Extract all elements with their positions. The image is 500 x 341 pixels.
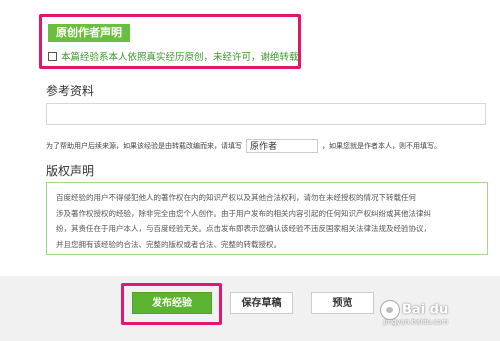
source-help-text-after: ，如果您就是作者本人，则不用填写。 <box>322 142 441 150</box>
copyright-line: 并且您拥有该经验的合法、完整的版权或者合法、完整的转载授权。 <box>56 239 281 249</box>
original-author-input[interactable]: 原作者 <box>246 139 318 153</box>
copyright-heading: 版权声明 <box>46 164 95 178</box>
baidu-watermark: Bai du jingyan.baidu.com <box>380 300 448 326</box>
original-author-declaration-button[interactable]: 原创作者声明 <box>48 24 130 42</box>
copyright-line: 百度经验的用户不得侵犯他人的著作权在内的知识产权以及其他合法权利，请勿在未经授权… <box>56 193 416 202</box>
source-help-text-before: 为了帮助用户后续来源，如果该经验是由转载改编而来，请填写 <box>46 142 242 150</box>
preview-button[interactable]: 预览 <box>311 292 374 314</box>
reference-input[interactable] <box>46 103 486 125</box>
original-checkbox-row[interactable]: 本篇经验系本人依照真实经历原创，未经许可，谢绝转载 <box>48 52 299 64</box>
watermark-brand: Bai du <box>402 302 449 318</box>
copyright-text-box: 百度经验的用户不得侵犯他人的著作权在内的知识产权以及其他合法权利，请勿在未经授权… <box>46 182 488 255</box>
reference-heading: 参考资料 <box>46 84 95 98</box>
source-help-line: 为了帮助用户后续来源，如果该经验是由转载改编而来，请填写 原作者 ，如果您就是作者本… <box>46 139 496 153</box>
copyright-line: 涉及著作权授权的经验，除非完全由您个人创作。由于用户发布的相关内容引起的任何知识… <box>56 208 431 218</box>
original-checkbox-label: 本篇经验系本人依照真实经历原创，未经许可，谢绝转载 <box>61 52 299 63</box>
paw-logo-icon <box>380 300 400 320</box>
save-draft-button[interactable]: 保存草稿 <box>230 292 293 314</box>
original-checkbox[interactable] <box>48 52 57 61</box>
copyright-line: 纷，其责任在于用户本人，与百度经验无关。点击发布即表示您确认该经验不违反国家相关… <box>56 224 431 233</box>
publish-button[interactable]: 发布经验 <box>132 292 212 314</box>
